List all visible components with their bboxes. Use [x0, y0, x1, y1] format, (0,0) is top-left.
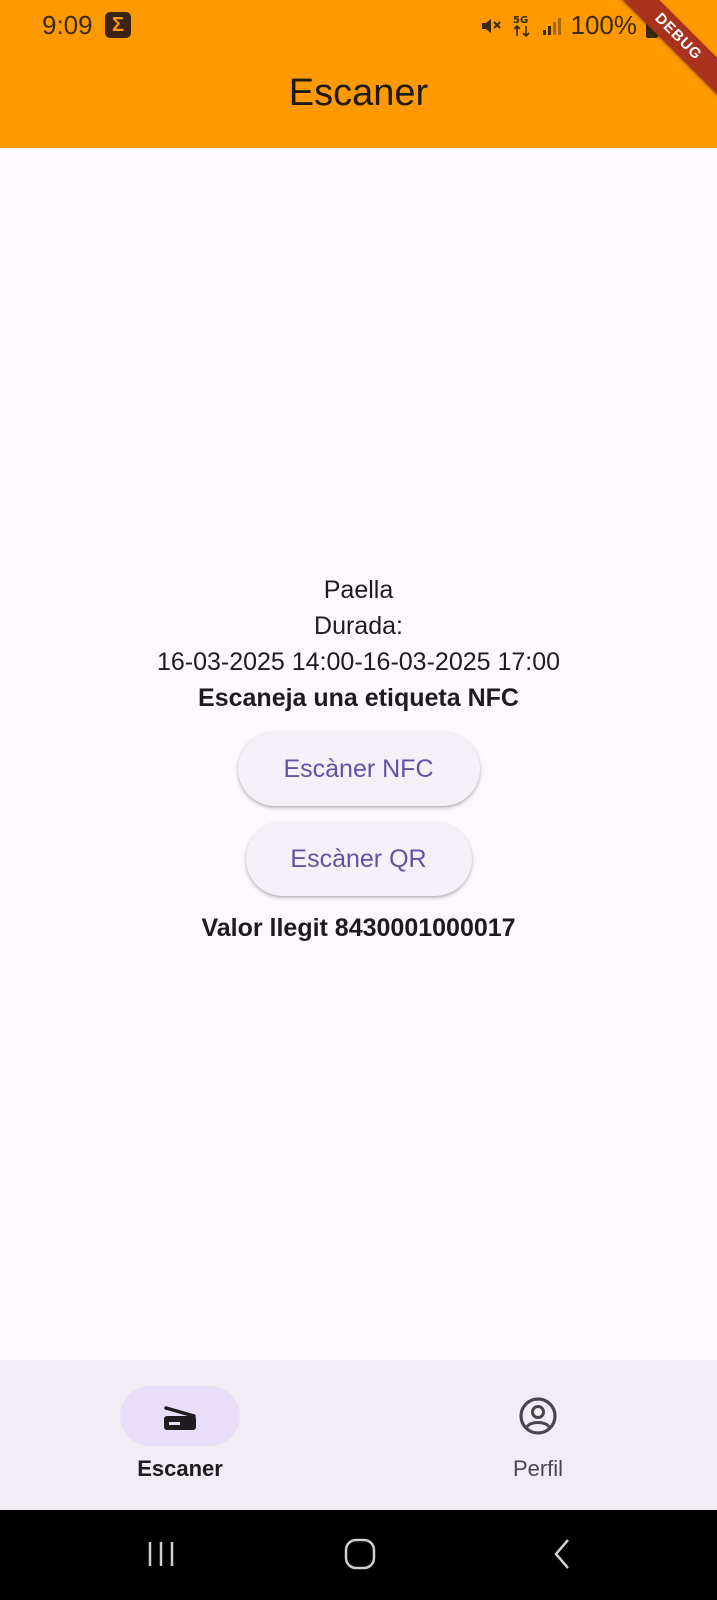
duration-range: 16-03-2025 14:00-16-03-2025 17:00: [156, 648, 561, 676]
scan-qr-button[interactable]: Escàner QR: [245, 822, 472, 896]
screen: 9:09 Σ 5G 100% Escaner DEBUG Paella Dura…: [0, 0, 717, 1600]
account-circle-icon: [519, 1397, 557, 1435]
signal-icon: [542, 17, 561, 35]
mute-icon: [481, 18, 501, 33]
nav-item-perfil[interactable]: Perfil: [418, 1360, 658, 1510]
recent-apps-icon[interactable]: [146, 1534, 176, 1574]
home-icon[interactable]: [343, 1534, 377, 1574]
back-icon[interactable]: [548, 1534, 576, 1574]
nav-item-escaner[interactable]: Escaner: [60, 1360, 300, 1510]
nav-label-perfil: Perfil: [512, 1456, 564, 1481]
read-value: Valor llegit 8430001000017: [201, 914, 516, 942]
duration-label: Durada:: [314, 612, 403, 640]
battery-percent: 100%: [570, 10, 638, 40]
status-icons: 5G 100%: [479, 10, 660, 41]
sigma-icon: Σ: [105, 12, 131, 38]
bottom-navigation: Escaner Perfil: [0, 1360, 717, 1510]
scan-nfc-button[interactable]: Escàner NFC: [237, 732, 480, 806]
scanner-icon: [164, 1406, 196, 1430]
system-navigation-bar: [0, 1510, 717, 1600]
nav-label-escaner: Escaner: [137, 1456, 223, 1481]
page-title: Escaner: [288, 72, 429, 114]
app-header: 9:09 Σ 5G 100% Escaner DEBUG: [0, 0, 717, 148]
status-time: 9:09: [42, 10, 93, 40]
svg-text:5G: 5G: [513, 15, 528, 26]
status-bar: 9:09 Σ 5G 100%: [0, 0, 717, 50]
nfc-instruction: Escaneja una etiqueta NFC: [198, 684, 519, 712]
5g-icon: 5G: [513, 15, 530, 37]
scan-content: Paella Durada: 16-03-2025 14:00-16-03-20…: [0, 572, 717, 946]
event-name: Paella: [323, 576, 394, 604]
